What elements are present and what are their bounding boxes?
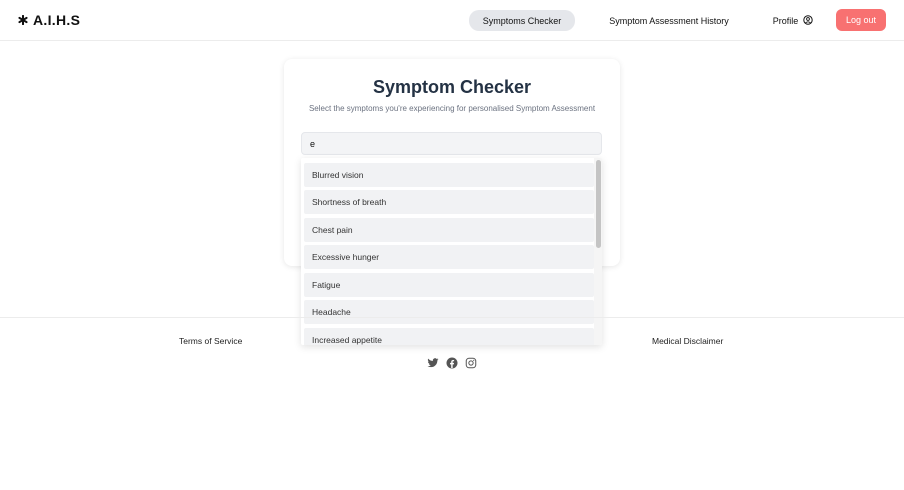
page-subtitle: Select the symptoms you're experiencing … [308,104,596,113]
suggestion-option[interactable]: Excessive hunger [304,245,594,269]
scrollbar-thumb[interactable] [596,160,601,248]
brand-name: A.I.H.S [33,12,81,28]
terms-of-service-link[interactable]: Terms of Service [179,336,242,346]
suggestion-option[interactable]: Increased appetite [304,328,594,345]
footer-divider [0,317,904,318]
facebook-icon[interactable] [446,356,458,369]
instagram-icon[interactable] [465,356,477,369]
medical-disclaimer-link[interactable]: Medical Disclaimer [652,336,723,346]
profile-label: Profile [772,15,799,26]
asterisk-icon [18,12,28,28]
suggestion-option[interactable]: Chest pain [304,218,594,242]
brand-logo[interactable]: A.I.H.S [18,12,80,28]
nav-symptoms-checker[interactable]: Symptoms Checker [469,10,575,31]
suggestion-option[interactable]: Fatigue [304,273,594,297]
suggestion-option[interactable]: Headache [304,300,594,324]
symptom-search-input[interactable] [301,132,602,155]
top-navbar: A.I.H.S Symptoms Checker Symptom Assessm… [0,0,904,41]
user-circle-icon [803,14,813,27]
page: A.I.H.S Symptoms Checker Symptom Assessm… [0,0,904,490]
suggestion-option[interactable]: Shortness of breath [304,190,594,214]
nav-assessment-history[interactable]: Symptom Assessment History [603,10,735,31]
suggestion-option[interactable]: Blurred vision [304,163,594,187]
nav-profile[interactable]: Profile [764,10,822,31]
page-title: Symptom Checker [372,77,532,97]
logout-button[interactable]: Log out [836,9,886,31]
twitter-icon[interactable] [427,356,439,368]
